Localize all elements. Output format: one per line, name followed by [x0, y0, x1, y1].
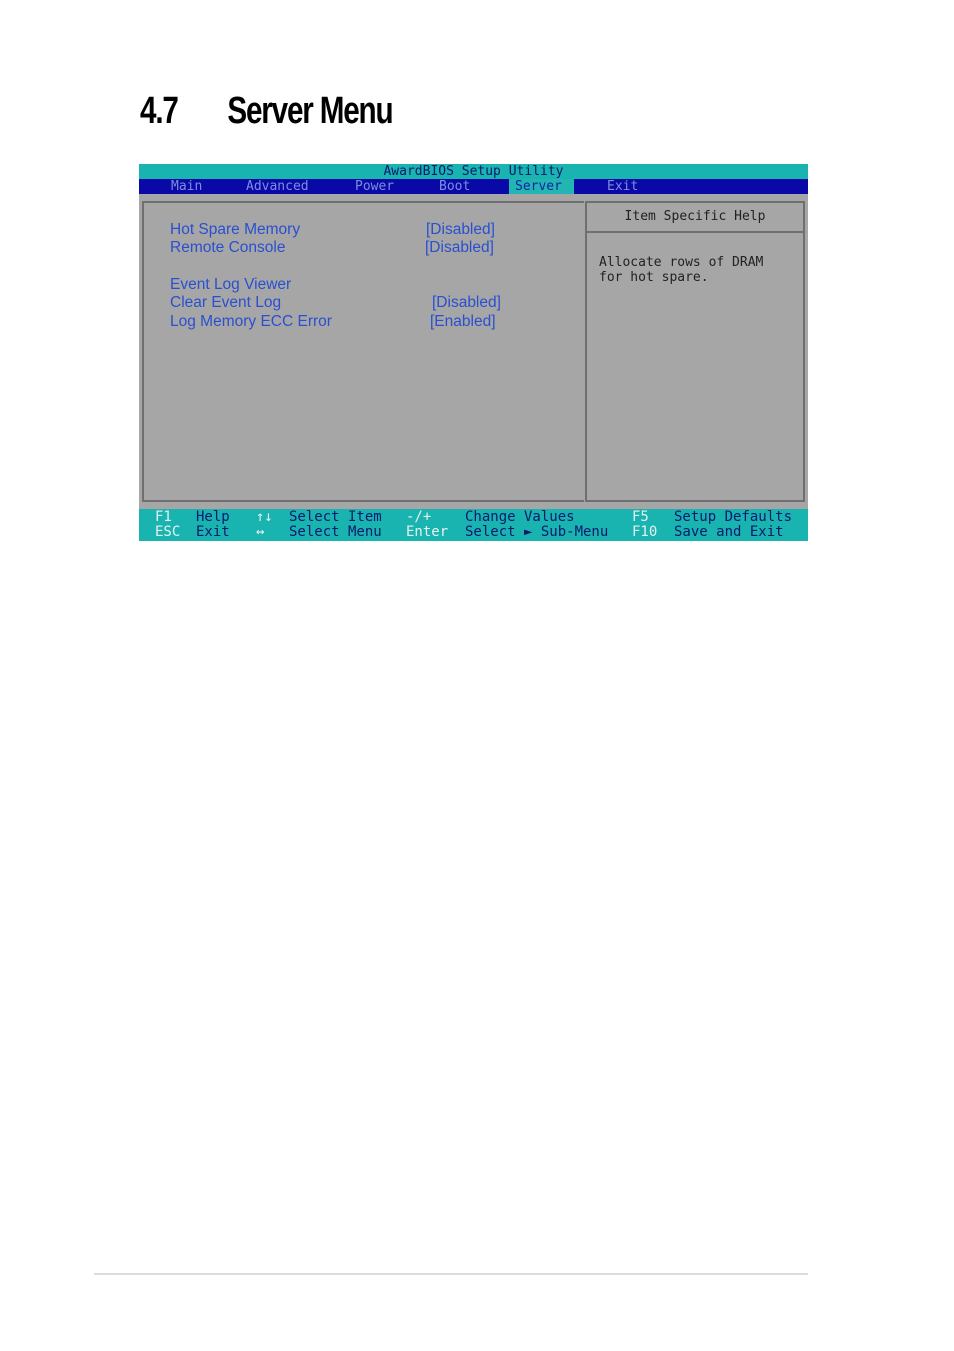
key-desc-save-and-exit: Save and Exit [674, 524, 784, 540]
value-clear-event-log[interactable]: [Disabled] [432, 294, 501, 312]
help-title: Item Specific Help [587, 203, 803, 233]
option-log-memory-ecc-error[interactable]: Log Memory ECC Error [170, 313, 332, 331]
section-title: Server Menu [227, 90, 393, 132]
key-esc: ESC [155, 524, 181, 540]
key-f5: F5 [632, 509, 649, 525]
section-heading: 4.7 Server Menu [140, 90, 394, 134]
key-f1: F1 [155, 509, 172, 525]
key-desc-sub-menu: Select ► Sub-Menu [465, 524, 609, 540]
footer-divider [94, 1273, 808, 1275]
key-desc-setup-defaults: Setup Defaults [674, 509, 793, 525]
key-desc-help: Help [196, 509, 230, 525]
option-hot-spare-memory[interactable]: Hot Spare Memory [170, 221, 300, 239]
key-enter: Enter [406, 524, 449, 540]
bios-screenshot: AwardBIOS Setup Utility Main Advanced Po… [139, 164, 808, 541]
menu-tab-boot[interactable]: Boot [433, 179, 476, 194]
key-desc-change-values: Change Values [465, 509, 575, 525]
help-text: Allocate rows of DRAM for hot spare. [599, 255, 764, 285]
key-desc-select-item: Select Item [289, 509, 382, 525]
key-f10: F10 [632, 524, 658, 540]
menu-tab-advanced[interactable]: Advanced [240, 179, 315, 194]
menu-tab-main[interactable]: Main [165, 179, 208, 194]
option-event-log-viewer[interactable]: Event Log Viewer [170, 276, 291, 294]
key-desc-select-menu: Select Menu [289, 524, 382, 540]
arrow-up-down-icon: ↑↓ [256, 509, 273, 525]
bios-menu-bar: Main Advanced Power Boot Server Exit [139, 179, 808, 194]
key-minus-plus: -/+ [406, 509, 432, 525]
bios-title-bar: AwardBIOS Setup Utility [139, 164, 808, 179]
value-hot-spare-memory[interactable]: [Disabled] [426, 221, 495, 239]
value-log-memory-ecc-error[interactable]: [Enabled] [430, 313, 496, 331]
option-clear-event-log[interactable]: Clear Event Log [170, 294, 281, 312]
option-remote-console[interactable]: Remote Console [170, 239, 285, 257]
value-remote-console[interactable]: [Disabled] [425, 239, 494, 257]
bios-status-bar: F1 Help ESC Exit ↑↓ Select Item ↔ Select… [139, 509, 808, 541]
key-desc-exit: Exit [196, 524, 230, 540]
menu-tab-server[interactable]: Server [509, 179, 574, 194]
arrow-left-right-icon: ↔ [256, 524, 265, 540]
menu-tab-exit[interactable]: Exit [601, 179, 644, 194]
menu-tab-power[interactable]: Power [349, 179, 400, 194]
help-panel: Item Specific Help Allocate rows of DRAM… [585, 201, 805, 502]
section-number: 4.7 [140, 90, 179, 132]
